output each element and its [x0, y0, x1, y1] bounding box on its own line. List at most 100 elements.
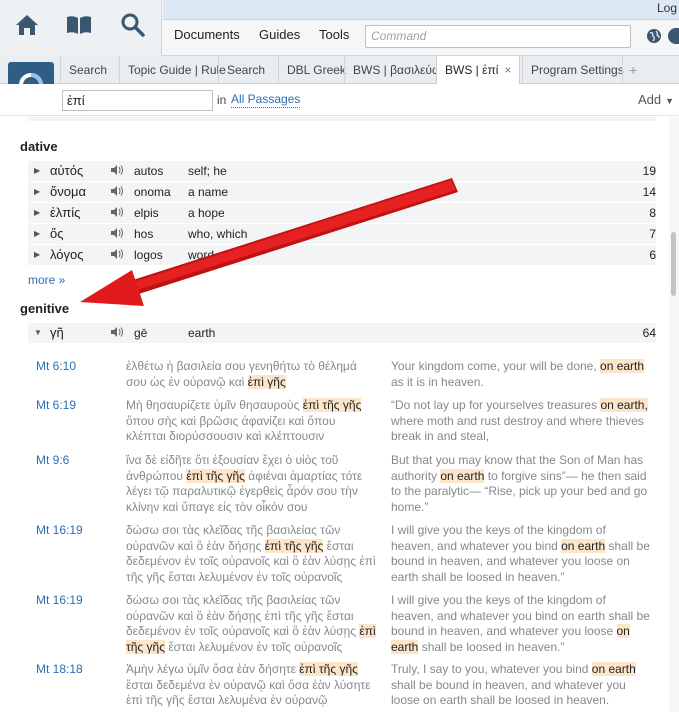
tab-topic-guide[interactable]: Topic Guide | Rule [119, 56, 234, 84]
verse-reference-link[interactable]: Mt 6:19 [36, 398, 76, 412]
tab-search-1[interactable]: Search [60, 56, 115, 84]
globe-icon[interactable] [646, 28, 662, 47]
text-segment: δώσω σοι τὰς κλεῖδας τῆς βασιλείας τῶν ο… [126, 593, 360, 638]
collapse-triangle-icon[interactable]: ▼ [34, 328, 42, 337]
speaker-icon[interactable] [110, 164, 124, 179]
more-link[interactable]: more » [28, 273, 65, 287]
highlighted-term: ἐπὶ τῆς γῆς [302, 398, 362, 412]
gloss: word [188, 248, 215, 262]
transliteration: onoma [134, 185, 171, 199]
highlighted-term: ἐπὶ τῆς γῆς [264, 538, 324, 553]
speaker-icon[interactable] [110, 206, 124, 221]
new-tab-plus-icon[interactable]: + [622, 56, 637, 84]
scrollbar-thumb[interactable] [671, 232, 676, 296]
home-icon[interactable] [12, 10, 42, 40]
text-segment: shall be loosed in heaven.” [418, 639, 565, 654]
verse-reference-link[interactable]: Mt 6:10 [36, 359, 76, 373]
speaker-icon[interactable] [110, 185, 124, 200]
text-segment: I will give you the keys of the kingdom … [391, 593, 650, 638]
speaker-icon[interactable] [110, 227, 124, 242]
dative-heading: dative [20, 139, 58, 154]
greek-text: δώσω σοι τὰς κλεῖδας τῆς βασιλείας τῶν ο… [126, 523, 376, 585]
english-text: I will give you the keys of the kingdom … [391, 523, 651, 585]
login-link[interactable]: Log [657, 1, 677, 15]
tab-program-settings[interactable]: Program Settings [522, 56, 632, 84]
verse-reference-link[interactable]: Mt 16:19 [36, 593, 83, 607]
text-segment: ἔσται λελυμένον ἐν τοῖς οὐρανοῖς [165, 639, 343, 654]
gloss: a hope [188, 206, 225, 220]
tab-bws-epi[interactable]: BWS | ἐπί × [436, 56, 521, 85]
greek-text: ἵνα δὲ εἰδῆτε ὅτι ἐξουσίαν ἔχει ὁ υἱὸς τ… [126, 453, 376, 515]
greek-text: ἐλθέτω ἡ βασιλεία σου γενηθήτω τὸ θέλημά… [126, 359, 376, 390]
highlighted-term: ἐπὶ γῆς [247, 374, 286, 389]
expand-triangle-icon[interactable]: ▶ [34, 229, 40, 238]
verse-reference-link[interactable]: Mt 9:6 [36, 453, 69, 467]
expand-triangle-icon[interactable]: ▶ [34, 187, 40, 196]
word-search-input[interactable]: ἐπί [62, 90, 213, 111]
tab-label: BWS | βασιλεύω [353, 63, 442, 77]
previous-row-edge [28, 117, 656, 121]
tab-search-2[interactable]: Search [218, 56, 273, 84]
count: 14 [642, 185, 656, 199]
highlighted-term: ἐπὶ τῆς γῆς [299, 662, 358, 676]
expand-triangle-icon[interactable]: ▶ [34, 250, 40, 259]
highlighted-term: on earth, [600, 398, 648, 412]
speaker-icon[interactable] [110, 248, 124, 263]
command-input[interactable]: Command [365, 25, 631, 48]
lemma: αὐτός [50, 163, 84, 178]
highlighted-term: on earth [561, 538, 606, 553]
add-label: Add [638, 92, 662, 107]
menu-documents[interactable]: Documents [174, 27, 240, 42]
transliteration: autos [134, 164, 164, 178]
genitive-heading: genitive [20, 301, 70, 316]
lemma: λόγος [50, 247, 84, 262]
highlighted-term: on earth [440, 468, 485, 483]
transliteration: elpis [134, 206, 159, 220]
count: 6 [649, 248, 656, 262]
count: 8 [649, 206, 656, 220]
greek-text: δώσω σοι τὰς κλεῖδας τῆς βασιλείας τῶν ο… [126, 593, 376, 655]
text-segment: ὅπου σὴς καὶ βρῶσις ἀφανίζει καὶ ὅπου κλ… [126, 413, 336, 444]
tab-bws-basileuo[interactable]: BWS | βασιλεύω [344, 56, 449, 84]
count: 7 [649, 227, 656, 241]
close-icon[interactable]: × [504, 63, 511, 77]
menu-tools[interactable]: Tools [319, 27, 349, 42]
speaker-icon[interactable] [110, 326, 124, 341]
menu-guides[interactable]: Guides [259, 27, 300, 42]
word-row[interactable]: ▶ ἐλπίς elpis a hope 8 [28, 203, 656, 223]
library-book-icon[interactable] [64, 10, 94, 40]
greek-text: Μὴ θησαυρίζετε ὑμῖν θησαυροὺς ἐπὶ τῆς γῆ… [126, 398, 376, 445]
word-row[interactable]: ▶ ὄνομα onoma a name 14 [28, 182, 656, 202]
in-label: in [217, 93, 227, 107]
lemma: ὄνομα [50, 184, 86, 199]
english-text: I will give you the keys of the kingdom … [391, 593, 651, 655]
expand-triangle-icon[interactable]: ▶ [34, 208, 40, 217]
word-row[interactable]: ▶ λόγος logos word 6 [28, 245, 656, 265]
text-segment: shall be bound in heaven, and whatever y… [391, 677, 626, 708]
scrollbar-track[interactable] [669, 117, 679, 712]
passage-scope-dropdown[interactable]: All Passages [231, 92, 301, 108]
verse-reference-link[interactable]: Mt 18:18 [36, 662, 83, 676]
verse-reference-link[interactable]: Mt 16:19 [36, 523, 83, 537]
help-icon[interactable] [668, 28, 679, 44]
count: 64 [642, 326, 656, 340]
word-row-ge[interactable]: ▼ γῆ gē earth 64 [28, 323, 656, 343]
gloss: earth [188, 326, 216, 340]
text-segment: Truly, I say to you, whatever you bind [391, 662, 592, 676]
text-segment: as it is in heaven. [391, 374, 484, 389]
content-pane: dative ▶ αὐτός autos self; he 19 ▶ ὄνομα onoma a… [0, 117, 668, 712]
count: 19 [642, 164, 656, 178]
text-segment: Μὴ θησαυρίζετε ὑμῖν θησαυροὺς [126, 398, 303, 412]
text-segment: ἔσται δεδεμένα ἐν οὐρανῷ καὶ ὅσα ἐὰν λύσ… [126, 677, 371, 708]
word-row[interactable]: ▶ ὅς hos who, which 7 [28, 224, 656, 244]
expand-triangle-icon[interactable]: ▶ [34, 166, 40, 175]
tab-label: DBL Greek [287, 63, 346, 77]
search-icon[interactable] [118, 10, 148, 40]
add-menu-button[interactable]: Add ▼ [638, 92, 674, 107]
tab-label: Search [227, 63, 266, 77]
tab-label: BWS | ἐπί [445, 63, 499, 77]
word-row[interactable]: ▶ αὐτός autos self; he 19 [28, 161, 656, 181]
text-segment: ἐλθέτω ἡ βασιλεία σου γενηθήτω τὸ θέλημά… [126, 359, 357, 389]
chevron-down-icon: ▼ [665, 96, 675, 106]
tab-dbl-greek[interactable]: DBL Greek [278, 56, 354, 84]
